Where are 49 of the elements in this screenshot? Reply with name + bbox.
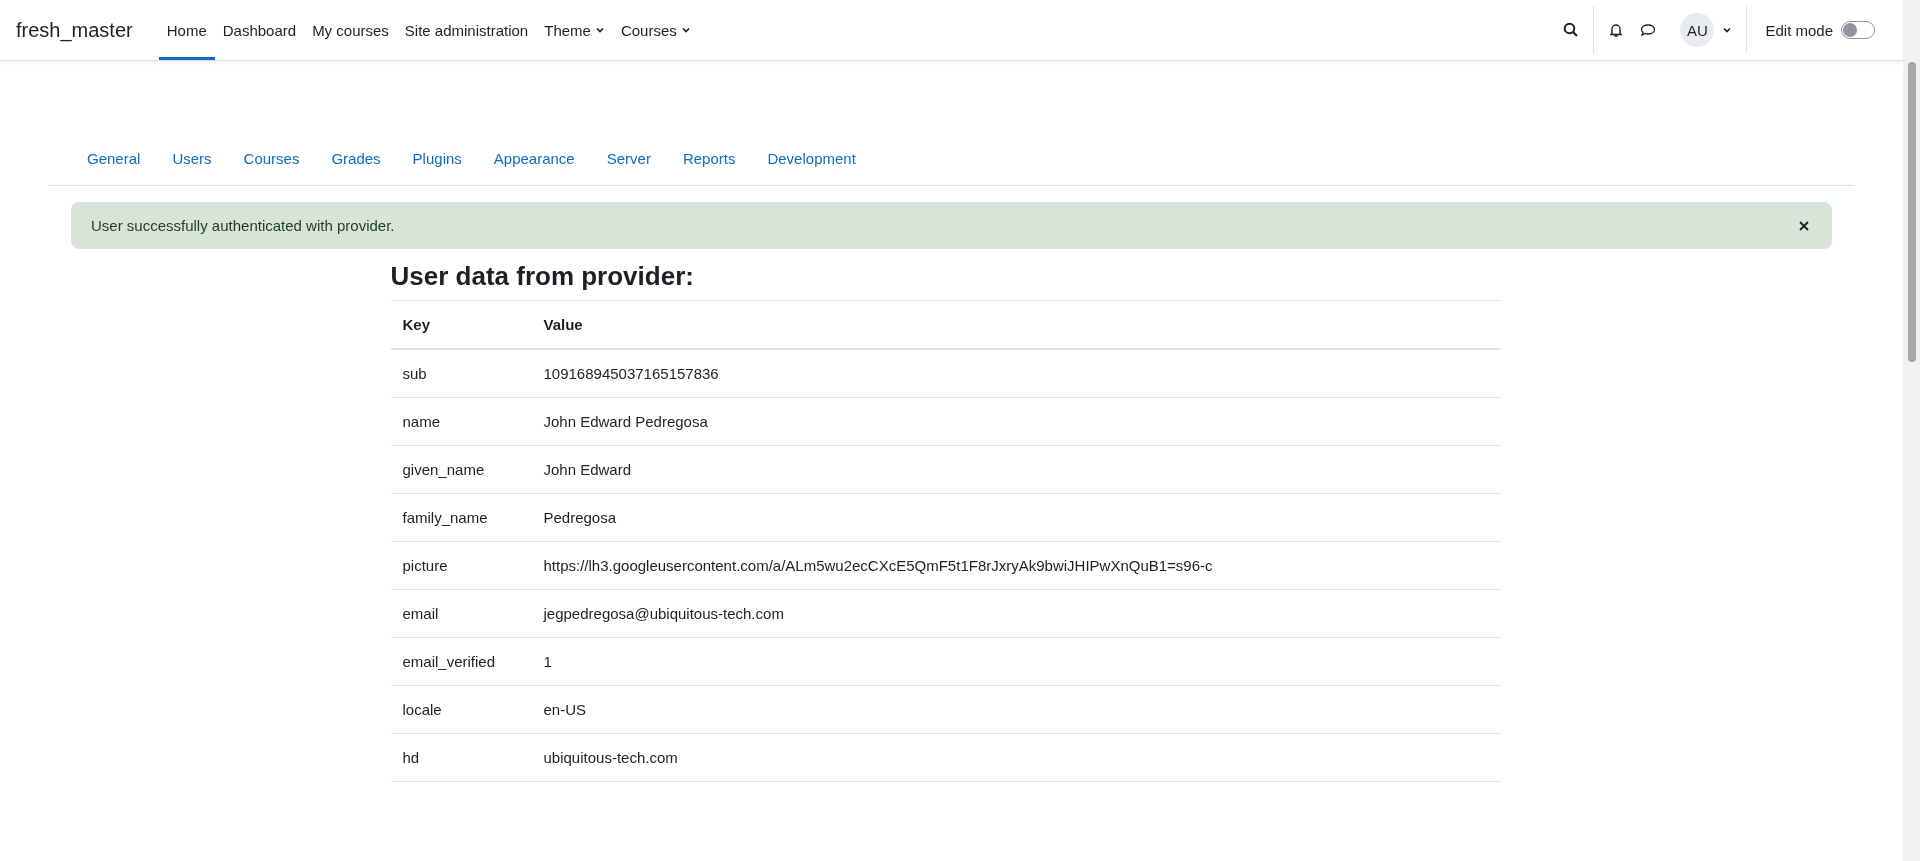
- nav-link[interactable]: Home: [158, 0, 215, 60]
- column-header: Value: [531, 300, 1501, 349]
- nav-link[interactable]: Dashboard: [214, 0, 305, 60]
- nav-link[interactable]: Site administration: [396, 0, 537, 60]
- table-cell: en-US: [531, 685, 1501, 734]
- table-cell: given_name: [390, 445, 532, 494]
- site-name[interactable]: fresh_master: [16, 18, 133, 42]
- bell-icon: [1608, 22, 1625, 38]
- section-heading: User data from provider:: [390, 261, 695, 292]
- close-icon: [1798, 219, 1810, 232]
- table-cell: sub: [390, 349, 532, 398]
- admin-tab[interactable]: Development: [751, 149, 872, 167]
- admin-tab[interactable]: Grades: [315, 149, 397, 167]
- table-cell: John Edward: [531, 445, 1501, 494]
- admin-tab[interactable]: Reports: [666, 149, 752, 167]
- edit-mode-label: Edit mode: [1765, 21, 1833, 39]
- table-cell: locale: [390, 685, 532, 734]
- admin-tab[interactable]: Courses: [227, 149, 316, 167]
- nav-link[interactable]: Courses: [612, 0, 699, 60]
- table-cell: jegpedregosa@ubiquitous-tech.com: [531, 589, 1501, 638]
- user-avatar[interactable]: AU: [1680, 13, 1715, 47]
- admin-tab[interactable]: General: [73, 149, 157, 167]
- search-icon: [1563, 22, 1580, 38]
- table-cell: 1: [531, 637, 1501, 686]
- chevron-down-icon: [594, 25, 605, 35]
- table-cell: email: [390, 589, 532, 638]
- scrollbar[interactable]: [1903, 0, 1920, 861]
- nav-link[interactable]: My courses: [304, 0, 397, 60]
- table-cell: ubiquitous-tech.com: [531, 733, 1501, 782]
- chat-bubble-icon: [1640, 22, 1657, 38]
- nav-link[interactable]: Theme: [536, 0, 613, 60]
- chevron-down-icon: [680, 25, 691, 35]
- edit-mode-toggle[interactable]: [1841, 21, 1875, 39]
- table-cell: 109168945037165157836: [531, 349, 1501, 398]
- table-cell: name: [390, 397, 532, 446]
- table-cell: Pedregosa: [531, 493, 1501, 542]
- admin-tab[interactable]: Plugins: [396, 149, 478, 167]
- admin-tab[interactable]: Server: [590, 149, 667, 167]
- table-cell: family_name: [390, 493, 532, 542]
- admin-tab[interactable]: Users: [156, 149, 228, 167]
- alert-message: User successfully authenticated with provider.: [91, 217, 395, 234]
- admin-tab[interactable]: Appearance: [477, 149, 591, 167]
- table-cell: hd: [390, 733, 532, 782]
- table-cell: John Edward Pedregosa: [531, 397, 1501, 446]
- table-cell: https://lh3.googleusercontent.com/a/ALm5wu2ecCXcE5QmF5t1F8rJxryAk9bwiJHIPwXnQuB1=s96-c: [531, 541, 1501, 590]
- chevron-down-icon: [1722, 25, 1733, 35]
- table-cell: email_verified: [390, 637, 532, 686]
- table-cell: picture: [390, 541, 532, 590]
- column-header: Key: [390, 300, 532, 349]
